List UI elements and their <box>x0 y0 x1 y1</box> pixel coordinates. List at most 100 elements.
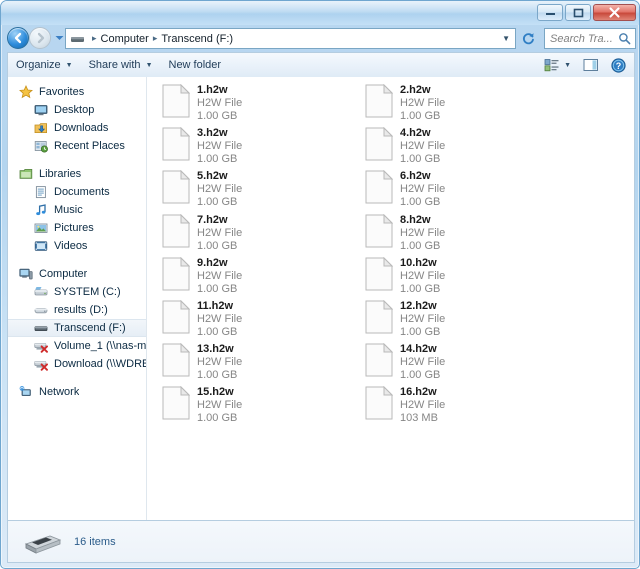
close-button[interactable] <box>593 4 636 21</box>
file-item[interactable]: 12.h2w H2W File 1.00 GB <box>360 299 550 342</box>
file-type: H2W File <box>197 399 243 412</box>
file-item[interactable]: 11.h2w H2W File 1.00 GB <box>157 299 347 342</box>
breadcrumb-computer[interactable]: Computer <box>100 33 150 45</box>
file-icon <box>360 299 398 334</box>
sidebar-item-downloads[interactable]: Downloads <box>8 119 146 137</box>
sidebar-item-documents[interactable]: Documents <box>8 183 146 201</box>
sidebar-item-volume-1[interactable]: Volume_1 (\\nas-m2 <box>8 337 146 355</box>
file-item[interactable]: 14.h2w H2W File 1.00 GB <box>360 342 550 385</box>
sidebar-item-favorites[interactable]: Favorites <box>8 83 146 101</box>
file-item[interactable]: 7.h2w H2W File 1.00 GB <box>157 213 347 256</box>
sidebar-item-network[interactable]: Network <box>8 383 146 401</box>
breadcrumb-separator-1: ▸ <box>152 33 158 43</box>
system-drive-icon <box>33 284 49 300</box>
sidebar-label: results (D:) <box>54 304 108 316</box>
file-name: 4.h2w <box>400 127 431 140</box>
sidebar-item-transcend-f[interactable]: Transcend (F:) <box>8 319 146 337</box>
window-controls <box>537 4 636 21</box>
breadcrumb-separator-0: ▸ <box>92 33 97 43</box>
sidebar-item-download-share[interactable]: Download (\\WDRED <box>8 355 146 373</box>
view-options-chevron-down-icon[interactable]: ▼ <box>564 62 571 69</box>
file-item[interactable]: 2.h2w H2W File 1.00 GB <box>360 83 550 126</box>
explorer-body: Favorites Desktop Downloads Recent Place… <box>7 77 635 521</box>
file-item[interactable]: 15.h2w H2W File 1.00 GB <box>157 385 347 428</box>
minimize-button[interactable] <box>537 4 563 21</box>
file-type: H2W File <box>197 226 243 239</box>
organize-button[interactable]: Organize ▼ <box>8 56 81 74</box>
sidebar-item-recent-places[interactable]: Recent Places <box>8 137 146 155</box>
forward-button[interactable] <box>29 27 51 49</box>
file-type: H2W File <box>400 183 446 196</box>
file-info: 14.h2w H2W File 1.00 GB <box>398 342 445 382</box>
history-dropdown-button[interactable] <box>53 27 65 49</box>
organize-label: Organize <box>16 59 61 71</box>
nav-group-favorites: Favorites Desktop Downloads Recent Place… <box>8 83 146 155</box>
file-list-pane[interactable]: 1.h2w H2W File 1.00 GB 2.h2w H2W File 1.00 GB… <box>147 77 634 520</box>
maximize-button[interactable] <box>565 4 591 21</box>
file-name: 13.h2w <box>197 343 234 356</box>
file-item[interactable]: 8.h2w H2W File 1.00 GB <box>360 213 550 256</box>
file-item[interactable]: 1.h2w H2W File 1.00 GB <box>157 83 347 126</box>
chevron-down-icon: ▼ <box>65 61 73 69</box>
back-button[interactable] <box>7 27 29 49</box>
search-input[interactable]: Search Tra... <box>544 28 636 49</box>
file-size: 1.00 GB <box>400 326 441 338</box>
new-folder-button[interactable]: New folder <box>161 56 230 74</box>
disconnected-network-drive-icon <box>33 338 49 354</box>
refresh-button[interactable] <box>518 28 539 49</box>
breadcrumb-transcend[interactable]: Transcend (F:) <box>160 33 234 45</box>
network-icon <box>18 384 34 400</box>
file-info: 9.h2w H2W File 1.00 GB <box>195 256 242 296</box>
file-name: 1.h2w <box>197 84 228 96</box>
sidebar-item-libraries[interactable]: Libraries <box>8 165 146 183</box>
address-dropdown-icon[interactable]: ▼ <box>502 34 515 43</box>
address-bar[interactable]: ▸ Computer ▸ Transcend (F:) ▼ <box>65 28 516 49</box>
search-icon[interactable] <box>618 32 635 45</box>
sidebar-item-system-c[interactable]: SYSTEM (C:) <box>8 283 146 301</box>
file-icon <box>157 213 195 248</box>
file-item[interactable]: 4.h2w H2W File 1.00 GB <box>360 126 550 169</box>
file-name: 3.h2w <box>197 127 228 140</box>
sidebar-item-results-d[interactable]: results (D:) <box>8 301 146 319</box>
file-item[interactable]: 10.h2w H2W File 1.00 GB <box>360 256 550 299</box>
file-info: 5.h2w H2W File 1.00 GB <box>195 169 242 209</box>
file-item[interactable]: 13.h2w H2W File 1.00 GB <box>157 342 347 385</box>
preview-pane-icon[interactable] <box>575 58 599 72</box>
file-item[interactable]: 3.h2w H2W File 1.00 GB <box>157 126 347 169</box>
file-icon <box>360 83 398 118</box>
sidebar-label: Libraries <box>39 168 82 180</box>
disconnected-network-drive-icon <box>33 356 49 372</box>
sidebar-item-music[interactable]: Music <box>8 201 146 219</box>
file-type: H2W File <box>400 399 446 412</box>
sidebar-label: Music <box>54 204 83 216</box>
sidebar-label: Pictures <box>54 222 94 234</box>
sidebar-item-desktop[interactable]: Desktop <box>8 101 146 119</box>
sidebar-label: Recent Places <box>54 140 125 152</box>
file-name: 6.h2w <box>400 170 431 183</box>
file-type: H2W File <box>400 226 446 239</box>
sidebar-label: Downloads <box>54 122 109 134</box>
sidebar-item-pictures[interactable]: Pictures <box>8 219 146 237</box>
status-bar: 16 items <box>7 521 635 563</box>
file-size: 1.00 GB <box>400 239 441 252</box>
file-item[interactable]: 5.h2w H2W File 1.00 GB <box>157 169 347 212</box>
file-icon <box>157 169 195 204</box>
downloads-icon <box>33 120 49 136</box>
file-name: 16.h2w <box>400 386 437 399</box>
music-icon <box>33 202 49 218</box>
help-icon[interactable]: ? <box>603 57 626 73</box>
sidebar-item-computer[interactable]: Computer <box>8 265 146 283</box>
file-info: 12.h2w H2W File 1.00 GB <box>398 299 445 339</box>
file-info: 3.h2w H2W File 1.00 GB <box>195 126 242 166</box>
file-item[interactable]: 9.h2w H2W File 1.00 GB <box>157 256 347 299</box>
share-with-button[interactable]: Share with ▼ <box>81 56 161 74</box>
sidebar-item-videos[interactable]: Videos <box>8 237 146 255</box>
explorer-window: ▸ Computer ▸ Transcend (F:) ▼ Search Tra… <box>0 0 640 569</box>
chevron-down-icon: ▼ <box>145 61 153 69</box>
file-name: 15.h2w <box>197 386 234 399</box>
file-item[interactable]: 6.h2w H2W File 1.00 GB <box>360 169 550 212</box>
view-options-icon[interactable] <box>544 58 560 72</box>
file-size: 1.00 GB <box>197 412 238 425</box>
navigation-pane[interactable]: Favorites Desktop Downloads Recent Place… <box>8 77 147 520</box>
file-item[interactable]: 16.h2w H2W File 103 MB <box>360 385 550 428</box>
